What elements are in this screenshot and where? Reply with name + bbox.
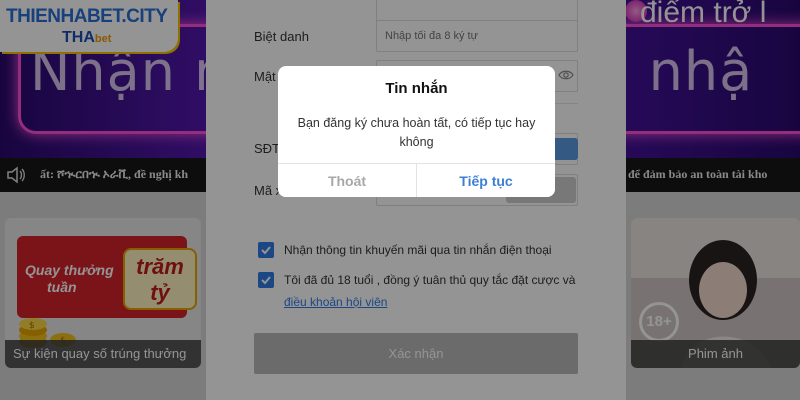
dialog-message: Bạn đăng ký chưa hoàn tất, có tiếp tục h…	[297, 116, 536, 149]
dialog-title: Tin nhắn	[385, 80, 448, 97]
continue-button[interactable]: Tiếp tục	[417, 164, 555, 197]
dialog-actions: Thoát Tiếp tục	[278, 163, 555, 197]
modal-backdrop[interactable]	[0, 0, 800, 400]
message-dialog: Tin nhắn Bạn đăng ký chưa hoàn tất, có t…	[278, 66, 555, 197]
exit-button[interactable]: Thoát	[278, 164, 417, 197]
